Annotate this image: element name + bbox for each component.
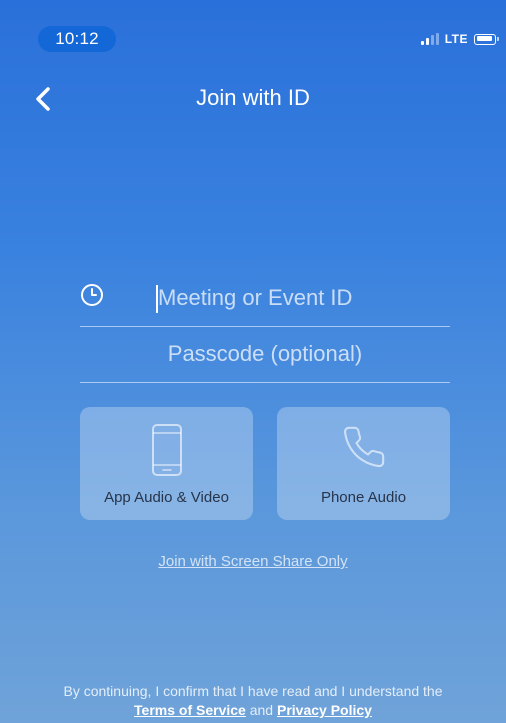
choice-label: App Audio & Video bbox=[104, 489, 229, 506]
terms-of-service-link[interactable]: Terms of Service bbox=[134, 702, 246, 718]
choice-label: Phone Audio bbox=[320, 489, 407, 506]
legal-text: By continuing, I confirm that I have rea… bbox=[0, 682, 506, 720]
app-audio-video-button[interactable]: App Audio & Video bbox=[80, 407, 253, 520]
smartphone-icon bbox=[151, 424, 182, 476]
status-indicators: LTE bbox=[420, 30, 499, 48]
passcode-input[interactable] bbox=[80, 330, 450, 378]
status-time: 10:12 bbox=[38, 26, 116, 52]
nav-bar: Join with ID bbox=[0, 75, 506, 123]
privacy-policy-link[interactable]: Privacy Policy bbox=[277, 702, 372, 718]
legal-statement: By continuing, I confirm that I have rea… bbox=[63, 683, 443, 699]
join-screen-share-link[interactable]: Join with Screen Share Only bbox=[0, 553, 506, 570]
phone-audio-button[interactable]: Phone Audio bbox=[277, 407, 450, 520]
status-bar: 10:12 LTE bbox=[0, 0, 506, 60]
legal-and: and bbox=[249, 702, 277, 718]
meeting-id-input[interactable] bbox=[158, 274, 448, 322]
clock-icon bbox=[81, 284, 103, 306]
passcode-field bbox=[80, 330, 450, 383]
legal-links: Terms of Service and Privacy Policy bbox=[0, 701, 506, 720]
battery-icon bbox=[474, 33, 499, 45]
meeting-id-field bbox=[80, 274, 450, 327]
phone-icon bbox=[343, 426, 384, 468]
page-title: Join with ID bbox=[196, 85, 310, 110]
network-type: LTE bbox=[444, 32, 468, 46]
signal-icon bbox=[420, 33, 439, 45]
